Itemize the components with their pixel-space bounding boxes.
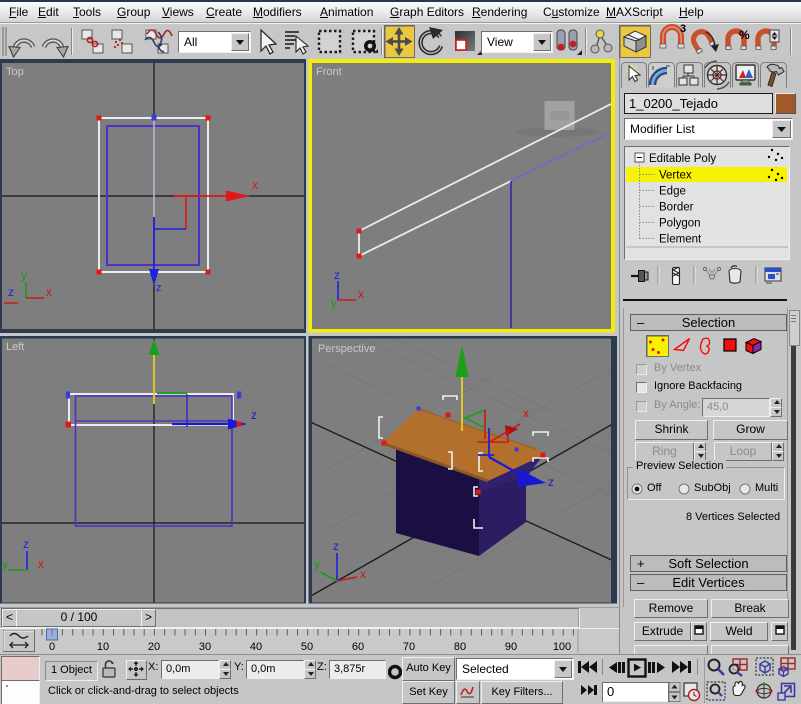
svg-text:z: z <box>333 539 339 553</box>
svg-text:Polygon: Polygon <box>659 218 701 230</box>
svg-text:y: y <box>21 268 27 282</box>
svg-text:30: 30 <box>199 641 211 653</box>
svg-text:x: x <box>360 567 366 581</box>
svg-text:80: 80 <box>454 641 466 653</box>
svg-text:Front: Front <box>316 66 342 78</box>
svg-text:Edge: Edge <box>659 186 686 198</box>
svg-text:70: 70 <box>403 641 415 653</box>
svg-text:Top: Top <box>6 66 24 78</box>
svg-text:z: z <box>8 285 14 299</box>
svg-text:y: y <box>314 557 320 571</box>
svg-text:z: z <box>156 282 162 294</box>
svg-text:x: x <box>523 406 529 420</box>
svg-text:100: 100 <box>553 641 571 653</box>
svg-text:z: z <box>334 268 340 282</box>
svg-text:3: 3 <box>680 24 686 35</box>
svg-text:Editable Poly: Editable Poly <box>649 153 716 165</box>
svg-text:x: x <box>358 287 364 301</box>
svg-text:y: y <box>331 296 337 310</box>
svg-text:z: z <box>23 537 29 551</box>
svg-text:Left: Left <box>6 341 24 353</box>
svg-text:0: 0 <box>49 641 55 653</box>
svg-text:x: x <box>46 285 52 299</box>
svg-text:0: 0 <box>607 684 614 699</box>
svg-text:x: x <box>38 557 44 571</box>
svg-text:10: 10 <box>97 641 109 653</box>
svg-text:Vertex: Vertex <box>659 170 692 182</box>
svg-text:20: 20 <box>148 641 160 653</box>
svg-text:Perspective: Perspective <box>318 343 375 355</box>
svg-text:Element: Element <box>659 234 702 246</box>
svg-text:Border: Border <box>659 202 694 214</box>
svg-text:z: z <box>548 475 554 489</box>
svg-text:60: 60 <box>352 641 364 653</box>
svg-text:50: 50 <box>301 641 313 653</box>
svg-text:y: y <box>2 557 8 571</box>
svg-text:40: 40 <box>250 641 262 653</box>
svg-text:90: 90 <box>505 641 517 653</box>
svg-text:z: z <box>251 408 257 422</box>
svg-text:%: % <box>739 28 750 42</box>
svg-text:x: x <box>252 178 258 192</box>
